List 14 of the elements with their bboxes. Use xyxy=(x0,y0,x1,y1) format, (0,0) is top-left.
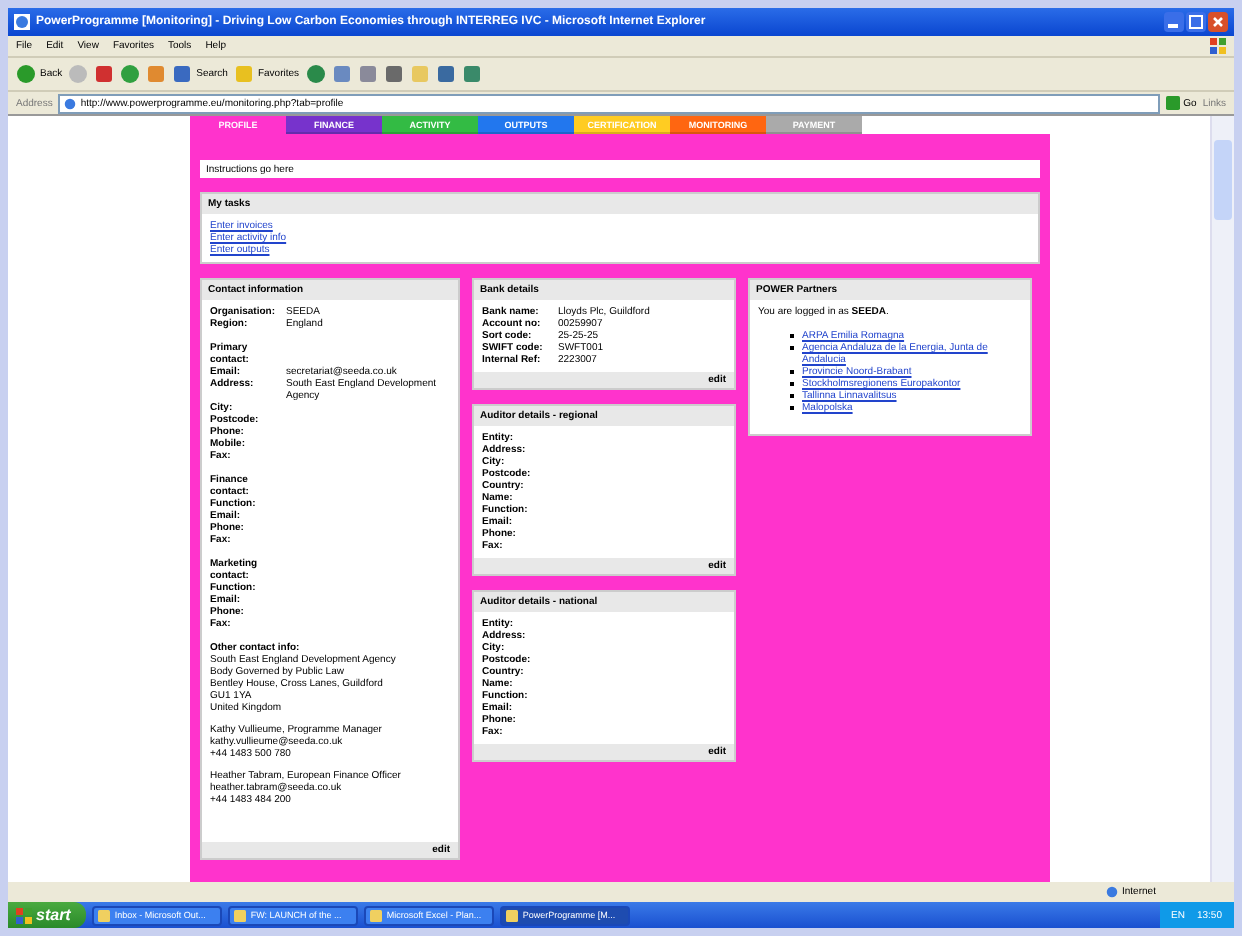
globe-icon xyxy=(1106,886,1118,898)
app-icon xyxy=(234,909,247,921)
maximize-icon[interactable] xyxy=(1186,12,1206,32)
page-icon xyxy=(64,97,77,109)
app-icon xyxy=(370,909,383,921)
app-icon xyxy=(506,909,519,921)
scrollbar[interactable] xyxy=(1210,116,1234,882)
minimize-icon[interactable] xyxy=(1164,12,1184,32)
start-button[interactable]: start xyxy=(8,902,87,928)
windows-flag-icon xyxy=(1210,38,1226,54)
browser-icon xyxy=(14,14,30,30)
windows-flag-icon xyxy=(16,907,32,923)
app-icon xyxy=(98,909,111,921)
close-icon[interactable] xyxy=(1208,12,1228,32)
